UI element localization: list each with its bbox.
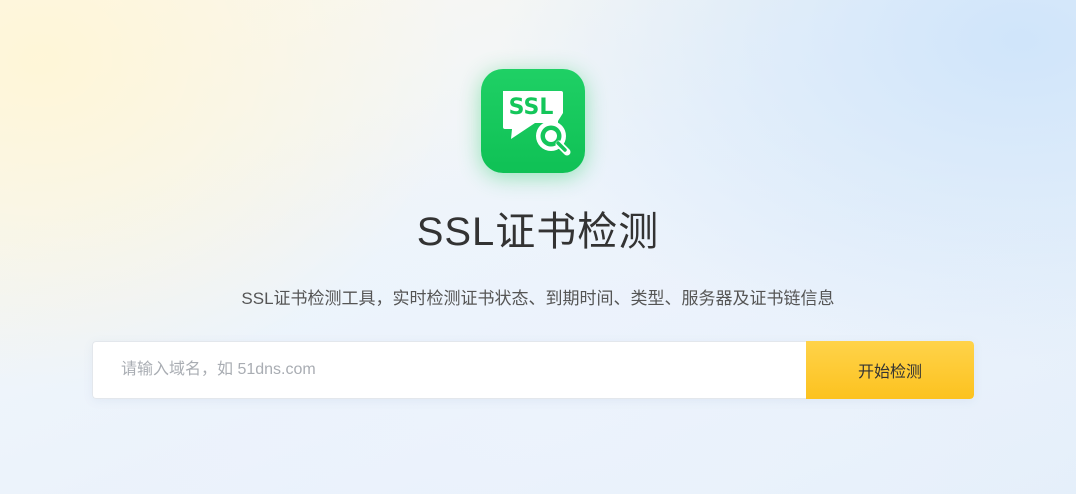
domain-search-bar: 开始检测 <box>92 341 974 399</box>
ssl-search-icon: SSL <box>481 69 585 173</box>
page-subtitle: SSL证书检测工具，实时检测证书状态、到期时间、类型、服务器及证书链信息 <box>241 289 835 308</box>
start-check-button[interactable]: 开始检测 <box>806 341 974 399</box>
domain-input[interactable] <box>92 341 806 399</box>
page-title: SSL证书检测 <box>416 210 660 254</box>
ssl-check-hero: SSL SSL证书检测 SSL证书检测工具，实时检测证书状态、到期时间、类型、服… <box>0 0 1076 494</box>
ssl-icon-text: SSL <box>509 95 554 120</box>
